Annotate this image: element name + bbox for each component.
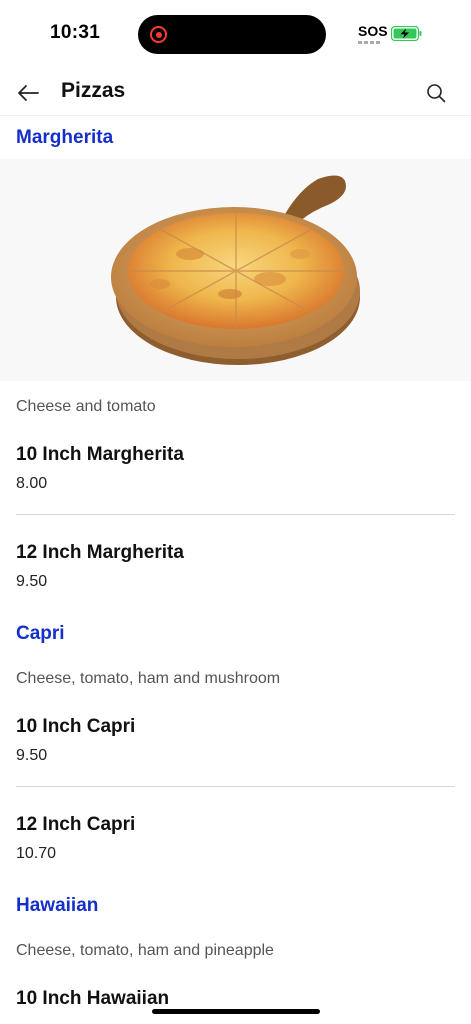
item-price: 9.50 [16, 747, 48, 764]
home-indicator[interactable] [152, 1009, 320, 1014]
sos-label: SOS [358, 23, 388, 39]
screen-recording-icon [150, 26, 167, 43]
pizza-image [0, 159, 471, 381]
section-title-margherita: Margherita [16, 127, 114, 148]
menu-item[interactable]: 12 Inch Margherita 9.50 [0, 542, 471, 591]
page-title: Pizzas [61, 79, 126, 102]
item-price: 10.70 [16, 845, 57, 862]
item-name: 10 Inch Hawaiian [16, 988, 170, 1009]
section-title-hawaiian: Hawaiian [16, 895, 99, 916]
section-description: Cheese and tomato [16, 398, 156, 415]
app-bar: Pizzas [0, 70, 471, 116]
item-price: 8.00 [16, 475, 48, 492]
back-button[interactable] [14, 79, 42, 107]
item-name: 10 Inch Capri [16, 716, 136, 737]
sos-indicator: SOS [358, 23, 388, 47]
divider [16, 514, 455, 515]
item-name: 10 Inch Margherita [16, 444, 184, 465]
status-time: 10:31 [50, 22, 101, 43]
item-name: 12 Inch Capri [16, 814, 136, 835]
status-bar: 10:31 SOS [0, 0, 471, 70]
item-price: 9.50 [16, 573, 48, 590]
menu-item[interactable]: 10 Inch Hawaiian [0, 988, 471, 1010]
menu-list: Margherita Cheese and tomato 10 Inch Mar… [0, 117, 471, 1010]
dynamic-island [138, 15, 326, 54]
battery-charging-icon [391, 26, 422, 41]
section-description: Cheese, tomato, ham and mushroom [16, 670, 281, 687]
item-name: 12 Inch Margherita [16, 542, 184, 563]
section-title-capri: Capri [16, 623, 65, 644]
search-icon [427, 84, 446, 103]
arrow-left-icon [18, 85, 39, 101]
section-description: Cheese, tomato, ham and pineapple [16, 942, 274, 959]
menu-item[interactable]: 10 Inch Margherita 8.00 [0, 444, 471, 493]
menu-item[interactable]: 12 Inch Capri 10.70 [0, 814, 471, 863]
menu-item[interactable]: 10 Inch Capri 9.50 [0, 716, 471, 765]
divider [16, 786, 455, 787]
search-button[interactable] [422, 79, 450, 107]
margherita-pizza-image [111, 175, 360, 365]
signal-dots-icon [358, 41, 386, 44]
